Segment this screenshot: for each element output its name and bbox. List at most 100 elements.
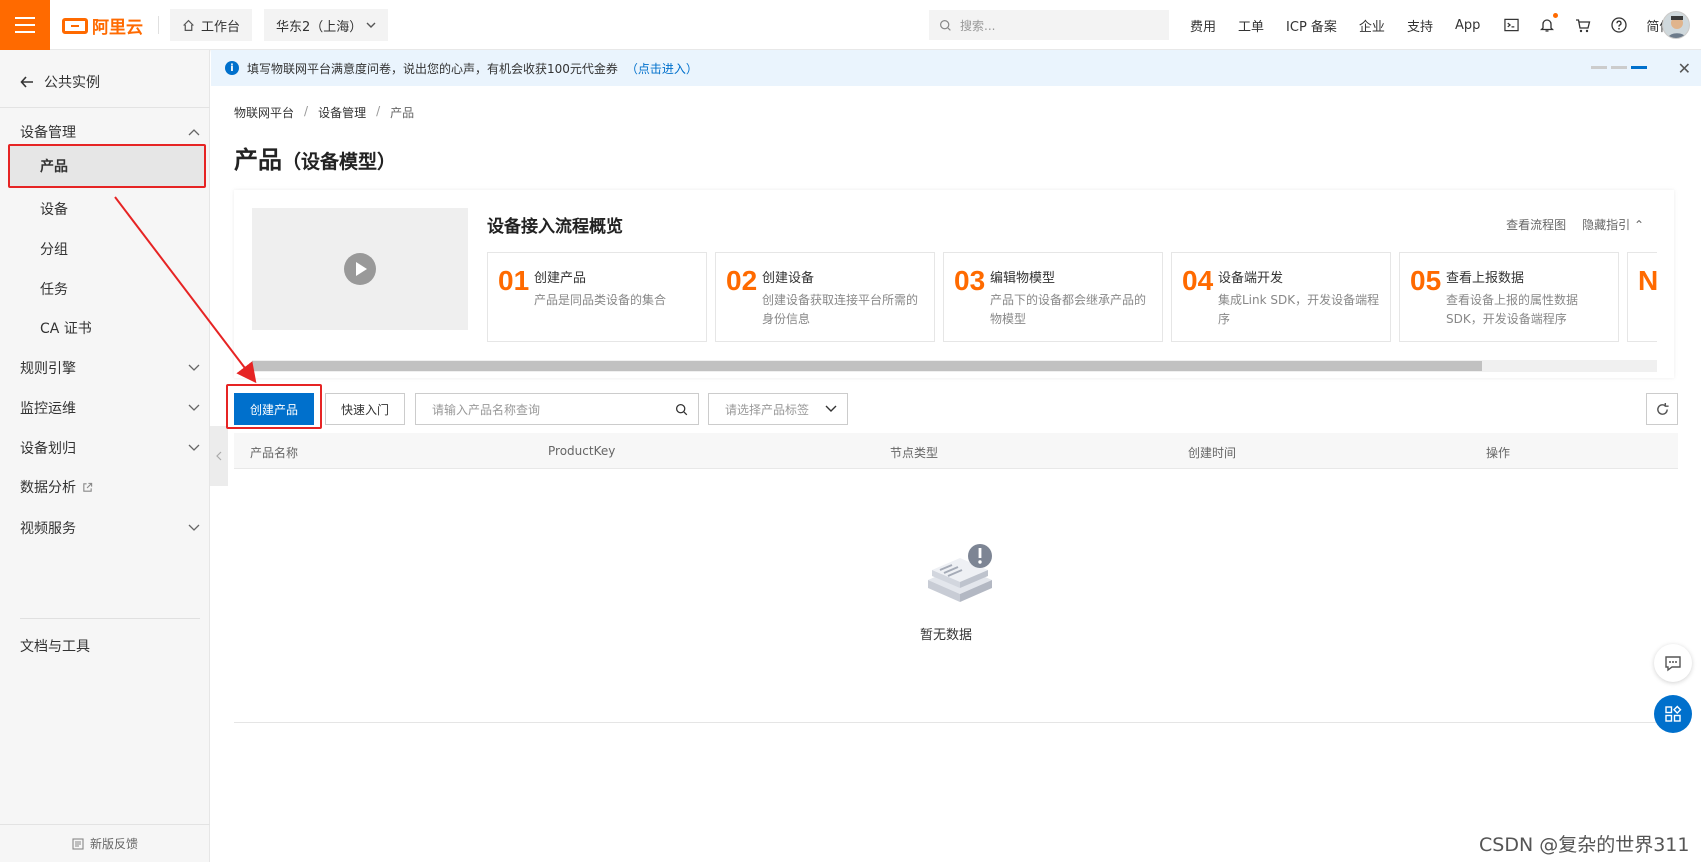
chevron-down-icon <box>188 404 200 411</box>
product-search-input[interactable]: 请输入产品名称查询 <box>415 393 699 425</box>
hide-guide-link[interactable]: 隐藏指引 ⌃ <box>1582 216 1644 233</box>
chevron-down-icon <box>366 22 376 28</box>
divider <box>20 618 200 619</box>
step-desc: 创建设备获取连接平台所需的身份信息 <box>762 293 919 326</box>
global-search-input[interactable]: 搜索... <box>929 10 1169 40</box>
notice-banner: i 填写物联网平台满意度问卷，说出您的心声，有机会收获100元代金券 （点击进入… <box>211 50 1701 86</box>
guide-video[interactable] <box>252 208 468 330</box>
column-header: 操作 <box>1486 446 1511 460</box>
quickstart-button[interactable]: 快速入门 <box>325 393 405 425</box>
brand-logo[interactable]: 阿里云 <box>62 13 143 38</box>
sidebar-item-groups[interactable]: 分组 <box>40 239 68 259</box>
back-label: 公共实例 <box>44 75 100 91</box>
menu-icon[interactable] <box>0 0 50 50</box>
sidebar-item-data-analysis[interactable]: 数据分析 <box>20 477 200 497</box>
region-label: 华东2（上海） <box>276 19 363 35</box>
bell-icon[interactable] <box>1538 13 1559 34</box>
sidebar-group-label: 设备划归 <box>20 441 76 457</box>
sidebar-group-label: 规则引擎 <box>20 361 76 377</box>
link-tickets[interactable]: 工单 <box>1238 16 1264 35</box>
breadcrumb-separator: / <box>376 104 381 118</box>
watermark-text: CSDN @复杂的世界311 <box>1479 834 1690 856</box>
view-flowchart-link[interactable]: 查看流程图 <box>1506 216 1566 233</box>
sidebar-collapse-handle[interactable] <box>210 426 228 486</box>
guide-step[interactable]: 05 查看上报数据 查看设备上报的属性数据SDK，开发设备端程序 <box>1399 252 1619 342</box>
refresh-button[interactable] <box>1646 393 1678 425</box>
annotation-arrow <box>114 196 257 384</box>
notice-pager[interactable] <box>1591 66 1647 69</box>
region-selector[interactable]: 华东2（上海） <box>264 9 388 41</box>
sidebar-group-monitoring[interactable]: 监控运维 <box>20 398 200 418</box>
column-header: ProductKey <box>548 444 616 458</box>
sidebar-group-rules-engine[interactable]: 规则引擎 <box>20 358 200 378</box>
scrollbar-thumb[interactable] <box>252 361 1482 371</box>
breadcrumb-item[interactable]: 物联网平台 <box>234 104 294 121</box>
product-tag-select[interactable]: 请选择产品标签 <box>708 393 848 425</box>
divider <box>0 107 210 108</box>
back-to-instances[interactable]: 公共实例 <box>20 72 100 92</box>
help-icon[interactable] <box>1610 16 1628 34</box>
search-icon <box>940 19 951 31</box>
link-icp[interactable]: ICP 备案 <box>1286 16 1337 35</box>
avatar[interactable] <box>1662 11 1690 39</box>
guide-scrollbar[interactable] <box>252 360 1657 372</box>
apps-icon[interactable] <box>1654 695 1692 733</box>
sidebar-item-devices[interactable]: 设备 <box>40 199 68 219</box>
guide-step[interactable]: 01 创建产品 产品是同品类设备的集合 <box>487 252 707 342</box>
arrow-left-icon <box>20 76 33 88</box>
chat-icon[interactable] <box>1654 644 1692 682</box>
guide-links: 查看流程图 隐藏指引 ⌃ <box>1506 216 1644 233</box>
column-header: 创建时间 <box>1188 446 1237 460</box>
chevron-left-icon <box>216 451 222 461</box>
column-header: 节点类型 <box>890 446 939 460</box>
guide-title: 设备接入流程概览 <box>487 217 623 237</box>
guide-step[interactable]: 04 设备端开发 集成Link SDK，开发设备端程序 <box>1171 252 1391 342</box>
link-support[interactable]: 支持 <box>1407 16 1433 35</box>
sidebar: 公共实例 设备管理 产品 设备 分组 任务 CA 证书 规则引擎 监控运维 设备… <box>0 50 210 862</box>
sidebar-group-video-service[interactable]: 视频服务 <box>20 518 200 538</box>
guide-step[interactable]: 03 编辑物模型 产品下的设备都会继承产品的物模型 <box>943 252 1163 342</box>
column-header: 产品名称 <box>250 446 299 460</box>
workbench-label: 工作台 <box>201 19 241 35</box>
search-icon[interactable] <box>675 403 688 416</box>
refresh-icon <box>1656 402 1669 415</box>
close-icon[interactable]: ✕ <box>1678 59 1691 78</box>
page-title-suffix: （设备模型） <box>282 151 397 173</box>
guide-step[interactable]: 02 创建设备 创建设备获取连接平台所需的身份信息 <box>715 252 935 342</box>
notice-link[interactable]: （点击进入） <box>626 60 698 77</box>
link-app[interactable]: App <box>1455 18 1480 33</box>
link-enterprise[interactable]: 企业 <box>1359 16 1385 35</box>
highlight-box-products <box>8 144 206 188</box>
step-desc: 集成Link SDK，开发设备端程序 <box>1218 293 1380 326</box>
chevron-down-icon <box>188 444 200 451</box>
step-number: 02 <box>726 265 758 296</box>
step-number: 03 <box>954 265 986 296</box>
cart-icon[interactable] <box>1574 16 1592 34</box>
chevron-up-icon <box>188 129 200 136</box>
step-title: 查看上报数据 <box>1446 271 1525 286</box>
empty-state-icon <box>910 542 1010 612</box>
terminal-icon[interactable] <box>1502 16 1520 34</box>
guide-step[interactable]: Nex <box>1627 252 1657 342</box>
step-number: Nex <box>1638 265 1657 296</box>
workbench-button[interactable]: 工作台 <box>170 9 253 41</box>
step-desc: 产品下的设备都会继承产品的物模型 <box>990 293 1147 326</box>
play-icon[interactable] <box>344 253 376 285</box>
sidebar-group-device-assignment[interactable]: 设备划归 <box>20 438 200 458</box>
sidebar-item-ca-cert[interactable]: CA 证书 <box>40 318 92 338</box>
sidebar-group-device-management[interactable]: 设备管理 <box>20 122 200 142</box>
sidebar-item-docs-tools[interactable]: 文档与工具 <box>20 636 200 656</box>
breadcrumb-item[interactable]: 设备管理 <box>318 104 366 121</box>
step-number: 01 <box>498 265 530 296</box>
sidebar-group-label: 文档与工具 <box>20 639 90 655</box>
onboarding-guide-panel: 设备接入流程概览 查看流程图 隐藏指引 ⌃ 01 创建产品 产品是同品类设备的集… <box>234 190 1674 378</box>
top-links: 费用 工单 ICP 备案 企业 支持 App 简体 <box>1190 0 1694 50</box>
feedback-button[interactable]: 新版反馈 <box>0 824 210 862</box>
sidebar-item-tasks[interactable]: 任务 <box>40 279 68 299</box>
highlight-box-create <box>226 384 322 429</box>
link-billing[interactable]: 费用 <box>1190 16 1216 35</box>
breadcrumb-current: 产品 <box>390 106 415 120</box>
step-desc: 查看设备上报的属性数据SDK，开发设备端程序 <box>1446 293 1579 326</box>
page-title: 产品（设备模型） <box>234 140 396 175</box>
global-search-placeholder: 搜索... <box>960 18 996 33</box>
